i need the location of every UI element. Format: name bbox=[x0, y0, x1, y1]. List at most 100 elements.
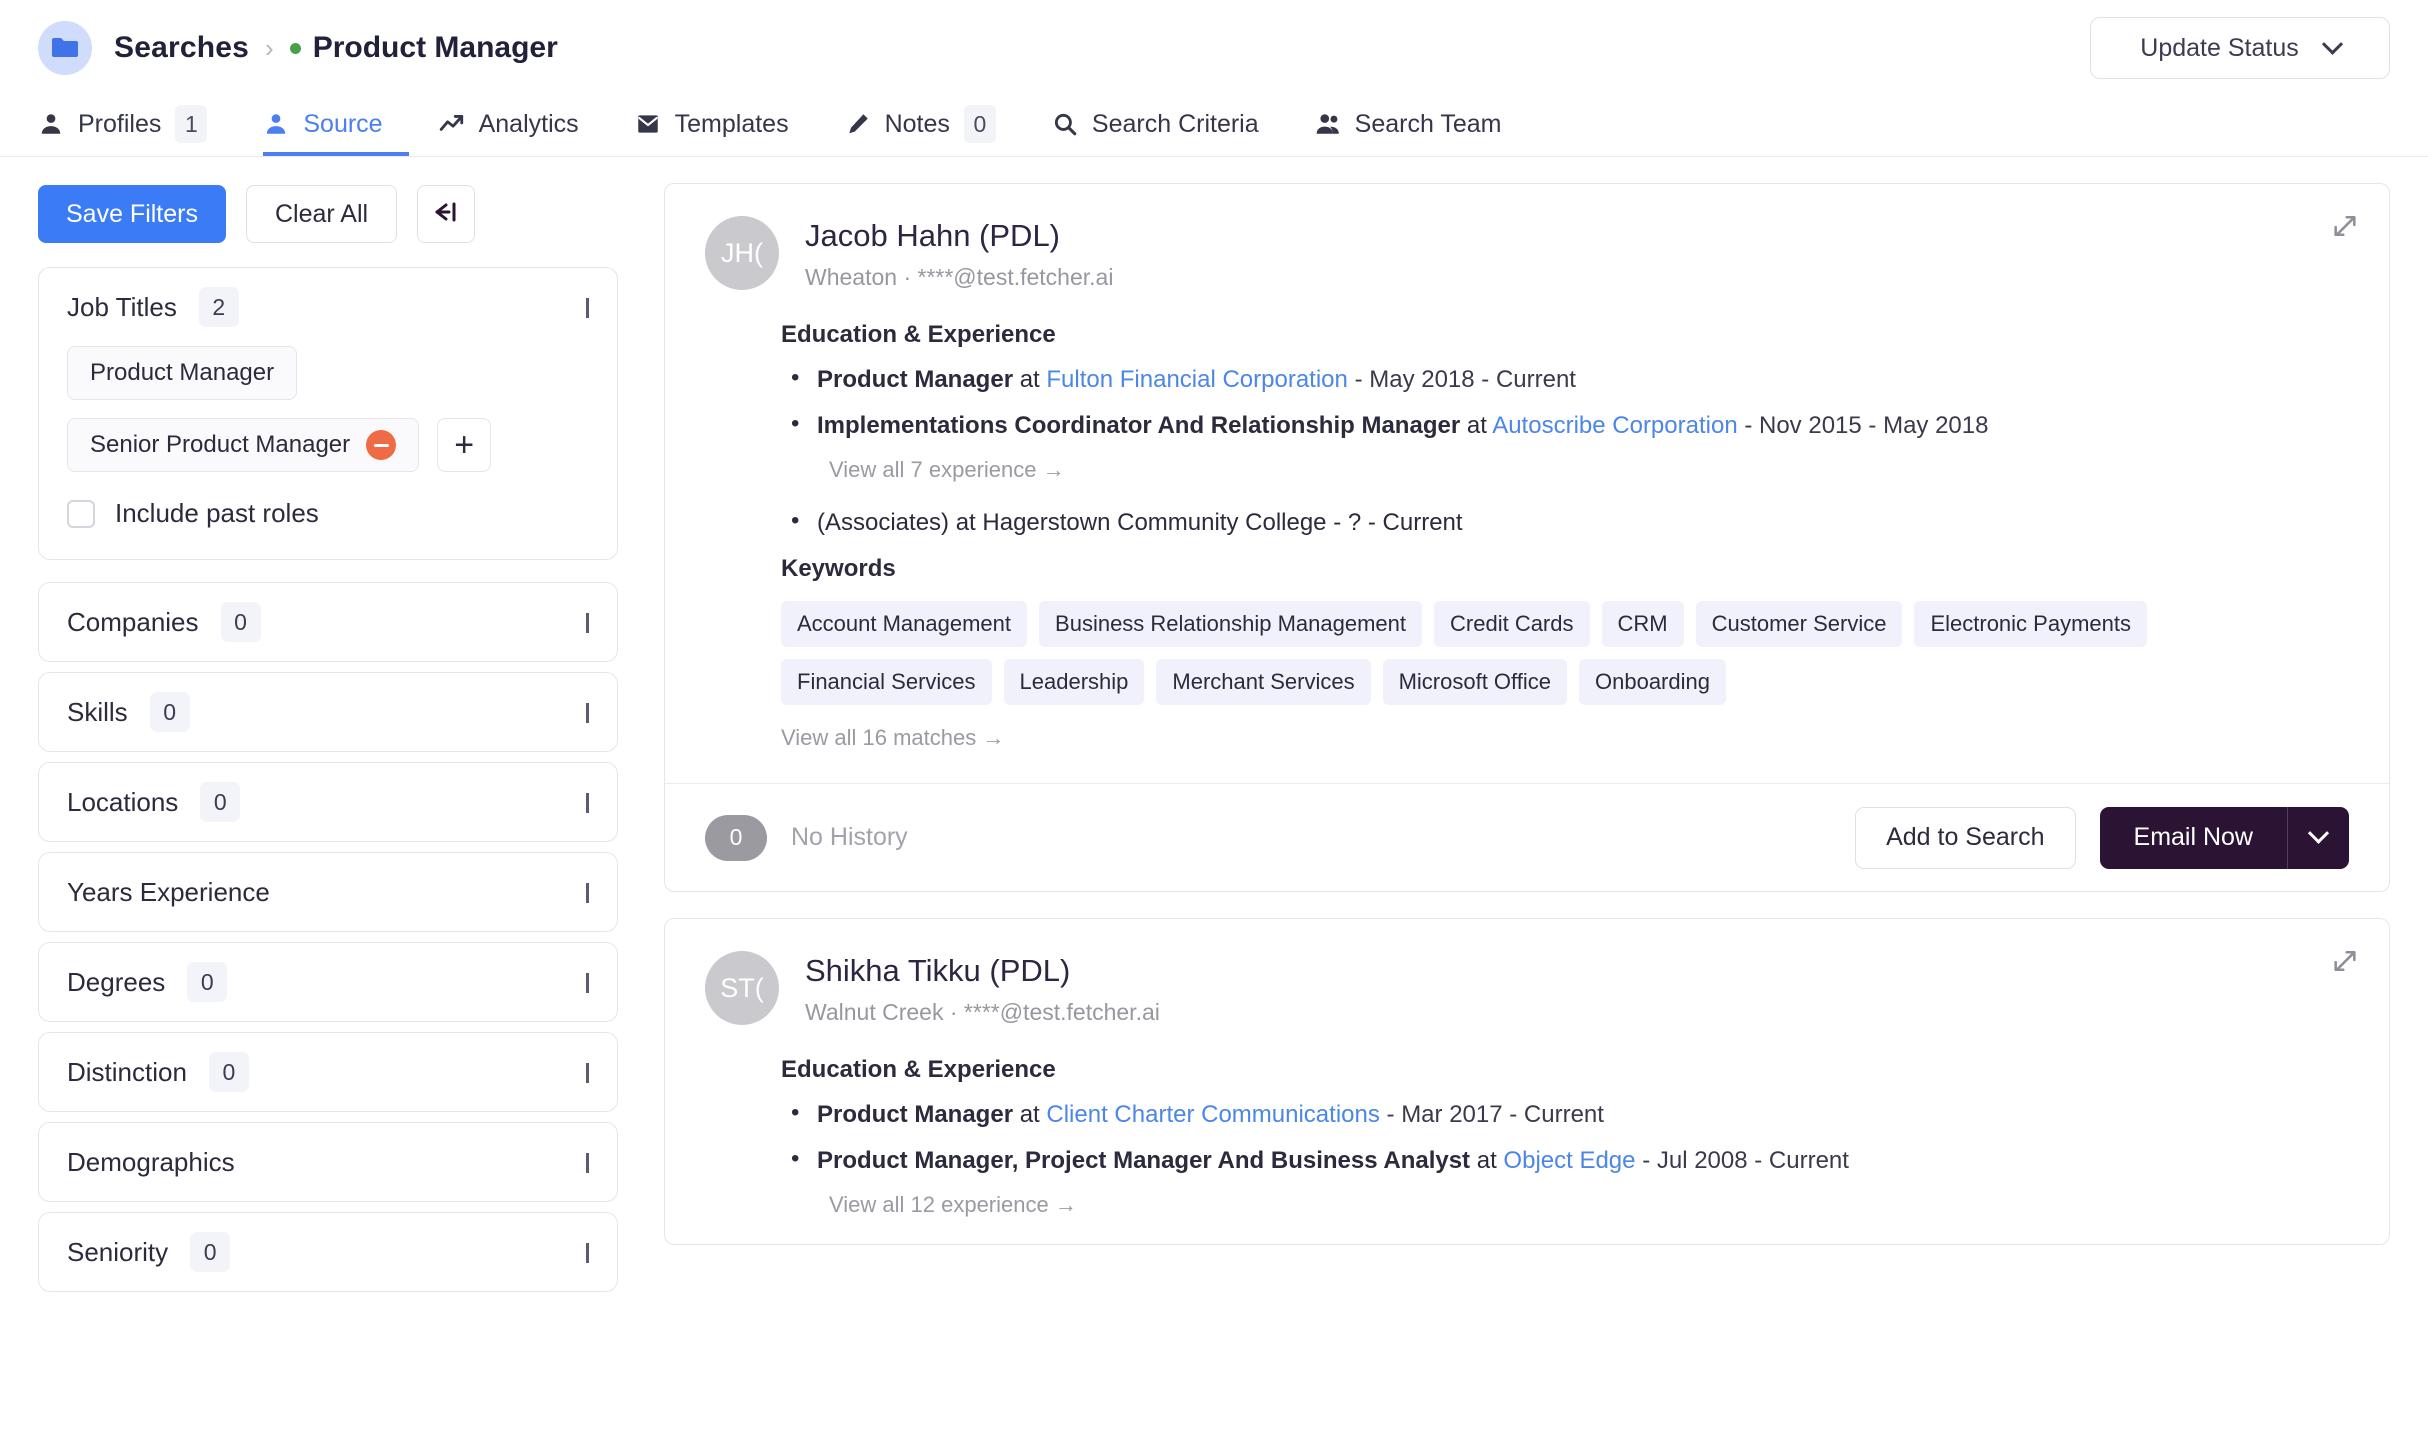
email-now-button[interactable]: Email Now bbox=[2099, 806, 2287, 869]
keyword-tag[interactable]: Electronic Payments bbox=[1914, 601, 2147, 647]
experience-at: at bbox=[1019, 366, 1040, 393]
candidate-name[interactable]: Jacob Hahn (PDL) bbox=[805, 218, 1113, 254]
remove-chip-icon[interactable] bbox=[366, 430, 397, 460]
view-all-experience-link[interactable]: View all 12 experience → bbox=[829, 1192, 2349, 1218]
keyword-tag[interactable]: Credit Cards bbox=[1434, 601, 1590, 647]
clear-all-button[interactable]: Clear All bbox=[245, 185, 398, 243]
keyword-tag[interactable]: Business Relationship Management bbox=[1039, 601, 1423, 647]
tab-label: Profiles bbox=[78, 109, 162, 138]
filter-count-badge: 2 bbox=[198, 287, 239, 327]
tab-profiles[interactable]: Profiles 1 bbox=[38, 96, 233, 156]
filter-title: Job Titles bbox=[67, 291, 177, 322]
experience-item: Product Manager at Fulton Financial Corp… bbox=[791, 363, 2349, 395]
filter-section-seniority: Seniority 0 bbox=[38, 1212, 618, 1292]
collapse-sidebar-button[interactable] bbox=[417, 185, 476, 243]
filter-section-locations: Locations 0 bbox=[38, 762, 618, 842]
experience-company-link[interactable]: Autoscribe Corporation bbox=[1492, 412, 1737, 439]
tab-analytics[interactable]: Analytics bbox=[439, 96, 605, 156]
filter-count-badge: 0 bbox=[220, 602, 261, 642]
chevron-down-icon[interactable] bbox=[586, 1153, 589, 1173]
filter-section-header[interactable]: Seniority 0 bbox=[39, 1213, 617, 1291]
chevron-down-icon[interactable] bbox=[586, 703, 589, 723]
filter-section-header[interactable]: Demographics bbox=[39, 1123, 617, 1201]
keyword-tag[interactable]: Leadership bbox=[1003, 659, 1145, 705]
update-status-button[interactable]: Update Status bbox=[2090, 17, 2390, 79]
view-all-matches-link[interactable]: View all 16 matches → bbox=[781, 725, 2349, 751]
top-bar: Searches › Product Manager Update Status bbox=[0, 0, 2428, 96]
job-title-chip-row-0: Product Manager bbox=[67, 346, 589, 400]
filter-section-header[interactable]: Skills 0 bbox=[39, 673, 617, 751]
tab-notes[interactable]: Notes 0 bbox=[845, 96, 1022, 156]
candidate-name[interactable]: Shikha Tikku (PDL) bbox=[805, 953, 1160, 989]
email-now-group: Email Now bbox=[2099, 806, 2349, 869]
add-job-title-button[interactable]: + bbox=[437, 418, 492, 472]
tab-badge: 0 bbox=[963, 105, 996, 143]
job-title-chip-row-1: Senior Product Manager + bbox=[67, 418, 589, 472]
expand-diagonal-icon[interactable] bbox=[2331, 212, 2359, 245]
chevron-down-icon[interactable] bbox=[586, 1243, 589, 1263]
people-icon bbox=[1315, 111, 1341, 137]
include-past-roles-label: Include past roles bbox=[115, 498, 319, 528]
breadcrumb: Searches › Product Manager bbox=[114, 31, 558, 65]
view-all-experience-link[interactable]: View all 7 experience → bbox=[829, 457, 2349, 483]
experience-list: Product Manager at Client Charter Commun… bbox=[791, 1098, 2349, 1176]
keyword-tag[interactable]: Merchant Services bbox=[1156, 659, 1371, 705]
chevron-down-icon[interactable] bbox=[586, 973, 589, 993]
status-dot bbox=[289, 42, 301, 54]
filter-section-companies: Companies 0 bbox=[38, 582, 618, 662]
tab-search-criteria[interactable]: Search Criteria bbox=[1052, 96, 1285, 156]
tab-label: Analytics bbox=[478, 109, 579, 138]
experience-role: Product Manager bbox=[817, 1101, 1014, 1128]
chevron-up-icon[interactable] bbox=[586, 298, 589, 318]
filter-section-header[interactable]: Distinction 0 bbox=[39, 1033, 617, 1111]
breadcrumb-root[interactable]: Searches bbox=[114, 31, 249, 65]
tab-label: Search Team bbox=[1354, 109, 1502, 138]
filter-section-demographics: Demographics bbox=[38, 1122, 618, 1202]
tab-search-team[interactable]: Search Team bbox=[1315, 96, 1528, 156]
collapse-left-icon bbox=[432, 200, 460, 229]
add-to-search-button[interactable]: Add to Search bbox=[1855, 806, 2076, 869]
keyword-tag[interactable]: Microsoft Office bbox=[1382, 659, 1567, 705]
chevron-down-icon[interactable] bbox=[586, 793, 589, 813]
search-icon bbox=[1052, 111, 1078, 137]
filter-section-header[interactable]: Degrees 0 bbox=[39, 943, 617, 1021]
tab-source[interactable]: Source bbox=[263, 96, 409, 156]
chevron-down-icon bbox=[2321, 33, 2343, 55]
experience-company-link[interactable]: Fulton Financial Corporation bbox=[1046, 366, 1348, 393]
include-past-roles-checkbox[interactable] bbox=[67, 499, 95, 528]
filter-section-header[interactable]: Companies 0 bbox=[39, 583, 617, 661]
experience-item: Implementations Coordinator And Relation… bbox=[791, 409, 2349, 441]
candidate-main: ST(Shikha Tikku (PDL) Walnut Creek · ****… bbox=[665, 919, 2389, 1244]
experience-role: Product Manager, Project Manager And Bus… bbox=[817, 1147, 1471, 1174]
update-status-label: Update Status bbox=[2140, 33, 2299, 62]
experience-company-link[interactable]: Object Edge bbox=[1503, 1147, 1635, 1174]
keyword-tag[interactable]: Onboarding bbox=[1579, 659, 1726, 705]
save-filters-button[interactable]: Save Filters bbox=[38, 185, 226, 243]
education-list: (Associates) at Hagerstown Community Col… bbox=[791, 507, 2349, 537]
chevron-down-icon[interactable] bbox=[586, 883, 589, 903]
filter-section-header[interactable]: Years Experience bbox=[39, 853, 617, 931]
candidate-footer: 0 No History Add to Search Email Now bbox=[665, 783, 2389, 891]
experience-company-link[interactable]: Client Charter Communications bbox=[1046, 1101, 1379, 1128]
email-now-dropdown-button[interactable] bbox=[2287, 806, 2349, 869]
filter-count-badge: 0 bbox=[190, 1232, 231, 1272]
job-title-chip-label: Senior Product Manager bbox=[90, 431, 351, 458]
keyword-tag[interactable]: CRM bbox=[1601, 601, 1684, 647]
keyword-tag[interactable]: Account Management bbox=[781, 601, 1028, 647]
experience-dates: - Jul 2008 - Current bbox=[1642, 1147, 1849, 1174]
expand-diagonal-icon[interactable] bbox=[2331, 947, 2359, 980]
tab-templates[interactable]: Templates bbox=[635, 96, 815, 156]
chevron-down-icon[interactable] bbox=[586, 613, 589, 633]
filter-section-header[interactable]: Locations 0 bbox=[39, 763, 617, 841]
include-past-roles-row: Include past roles bbox=[67, 498, 589, 529]
keyword-tag[interactable]: Financial Services bbox=[781, 659, 992, 705]
keyword-tag[interactable]: Customer Service bbox=[1695, 601, 1903, 647]
filter-section-header-job-titles[interactable]: Job Titles 2 bbox=[39, 268, 617, 346]
job-title-chip[interactable]: Product Manager bbox=[67, 346, 298, 400]
experience-at: at bbox=[1019, 1101, 1040, 1128]
experience-role: Product Manager bbox=[817, 366, 1014, 393]
breadcrumb-current: Product Manager bbox=[312, 31, 558, 64]
job-title-chip[interactable]: Senior Product Manager bbox=[67, 418, 420, 472]
filter-count-badge: 0 bbox=[200, 782, 241, 822]
chevron-down-icon[interactable] bbox=[586, 1063, 589, 1083]
